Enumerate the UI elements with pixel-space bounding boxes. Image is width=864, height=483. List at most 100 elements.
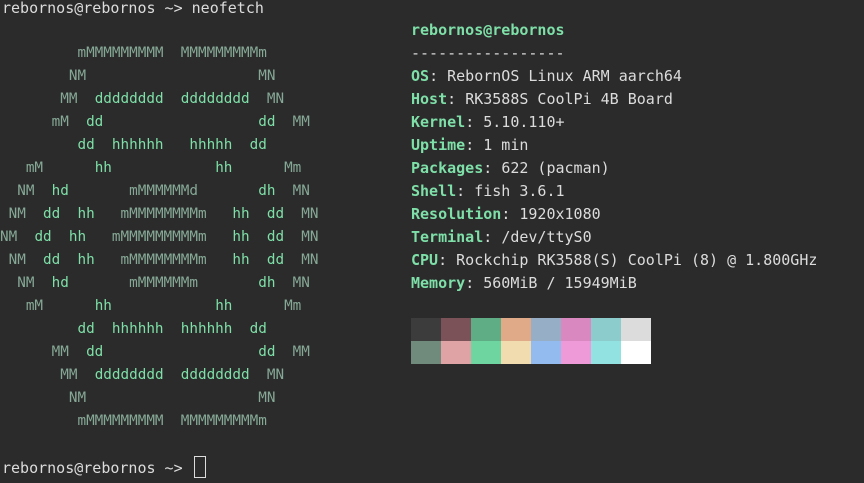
logo-line: NM hd mMMMMMMd dh MN bbox=[0, 180, 310, 203]
info-value: 1 min bbox=[483, 136, 529, 154]
logo-segment: dd hh bbox=[43, 252, 95, 268]
logo-segment: hh dd bbox=[206, 229, 285, 245]
color-swatch bbox=[531, 318, 561, 341]
logo-segment: Mm bbox=[232, 160, 302, 176]
info-value: RebornOS Linux ARM aarch64 bbox=[447, 67, 682, 85]
logo-segment: dd hh bbox=[43, 206, 95, 222]
logo-segment: MN bbox=[284, 252, 319, 268]
logo-segment: hh hh bbox=[94, 160, 233, 176]
cursor-block bbox=[193, 456, 206, 478]
logo-line: mM hh hh Mm bbox=[0, 157, 301, 180]
logo-line: mMMMMMMMMM MMMMMMMMMm bbox=[0, 410, 267, 433]
user-host-title: rebornos@rebornos bbox=[411, 21, 565, 39]
logo-line: mM hh hh Mm bbox=[0, 295, 301, 318]
logo-segment: MM bbox=[275, 344, 310, 360]
logo-line: NM MN bbox=[0, 65, 276, 88]
logo-segment: mMMMMMMd bbox=[68, 183, 198, 199]
info-row: Terminal: /dev/ttyS0 bbox=[411, 228, 592, 246]
logo-segment: mMMMMMMm bbox=[68, 275, 198, 291]
color-swatch bbox=[561, 341, 591, 364]
first-prompt-line: rebornos@rebornos ~> neofetch bbox=[2, 0, 264, 17]
logo-segment: NM bbox=[0, 206, 44, 222]
info-row: Shell: fish 3.6.1 bbox=[411, 182, 565, 200]
info-row: Packages: 622 (pacman) bbox=[411, 159, 610, 177]
logo-segment: hd bbox=[51, 275, 69, 291]
logo-line: NM dd hh mMMMMMMMMm hh dd MN bbox=[0, 249, 319, 272]
logo-segment: dd hhhhhh hhhhh dd bbox=[0, 137, 267, 153]
logo-line: MM dddddddd dddddddd MN bbox=[0, 364, 284, 387]
info-row: Memory: 560MiB / 15949MiB bbox=[411, 274, 637, 292]
logo-segment: MM bbox=[275, 114, 310, 130]
info-key: Packages bbox=[411, 159, 484, 177]
logo-line: dd hhhhhh hhhhhh dd bbox=[0, 318, 267, 341]
logo-segment: MM bbox=[0, 367, 95, 383]
color-swatch bbox=[441, 341, 471, 364]
color-swatch bbox=[621, 341, 651, 364]
color-swatch bbox=[591, 341, 621, 364]
info-value: /dev/ttyS0 bbox=[501, 228, 592, 246]
logo-segment: mMMMMMMMMm bbox=[94, 252, 207, 268]
color-swatch bbox=[411, 341, 441, 364]
logo-segment: mM bbox=[0, 114, 87, 130]
logo-segment: dd dd bbox=[86, 114, 276, 130]
color-swatch bbox=[531, 341, 561, 364]
logo-segment: MM bbox=[0, 344, 87, 360]
logo-line: MM dd dd MM bbox=[0, 341, 310, 364]
info-value: RK3588S CoolPi 4B Board bbox=[465, 90, 673, 108]
info-value: 622 (pacman) bbox=[501, 159, 610, 177]
info-key: Memory bbox=[411, 274, 466, 292]
info-row: Kernel: 5.10.110+ bbox=[411, 113, 565, 131]
logo-segment: dddddddd dddddddd bbox=[94, 367, 250, 383]
logo-segment: MN bbox=[284, 229, 319, 245]
color-swatch bbox=[561, 318, 591, 341]
info-key: Terminal bbox=[411, 228, 484, 246]
logo-segment: mM bbox=[0, 298, 95, 314]
last-prompt-line[interactable]: rebornos@rebornos ~> bbox=[2, 456, 206, 479]
logo-segment: hh hh bbox=[94, 298, 233, 314]
prompt-text: rebornos@rebornos ~> bbox=[2, 459, 192, 477]
logo-segment: NM bbox=[0, 229, 35, 245]
info-key: Resolution bbox=[411, 205, 502, 223]
logo-line: NM hd mMMMMMMm dh MN bbox=[0, 272, 310, 295]
color-swatch bbox=[501, 318, 531, 341]
logo-segment: mM bbox=[0, 160, 95, 176]
info-value: fish 3.6.1 bbox=[474, 182, 565, 200]
logo-segment: hd bbox=[51, 183, 69, 199]
logo-line: mM dd dd MM bbox=[0, 111, 310, 134]
logo-segment: MN bbox=[284, 206, 319, 222]
info-value: 1920x1080 bbox=[519, 205, 601, 223]
info-value: 5.10.110+ bbox=[483, 113, 565, 131]
title-separator: ----------------- bbox=[411, 44, 565, 62]
logo-segment: mMMMMMMMMM MMMMMMMMMm bbox=[0, 413, 267, 429]
color-swatch bbox=[471, 318, 501, 341]
logo-segment: mMMMMMMMMM MMMMMMMMMm bbox=[0, 45, 267, 61]
logo-line: MM dddddddd dddddddd MN bbox=[0, 88, 284, 111]
info-row: Host: RK3588S CoolPi 4B Board bbox=[411, 90, 673, 108]
logo-segment: NM bbox=[0, 275, 52, 291]
color-swatch bbox=[411, 318, 441, 341]
logo-segment: hh dd bbox=[206, 252, 285, 268]
info-value: 560MiB / 15949MiB bbox=[483, 274, 637, 292]
logo-segment: dd dd bbox=[86, 344, 276, 360]
logo-segment: dh bbox=[198, 275, 276, 291]
logo-segment: NM MN bbox=[0, 390, 276, 406]
logo-segment: MN bbox=[249, 367, 285, 383]
info-key: Uptime bbox=[411, 136, 466, 154]
info-row: Resolution: 1920x1080 bbox=[411, 205, 601, 223]
terminal-window[interactable]: rebornos@rebornos ~> neofetch mMMMMMMMMM… bbox=[0, 0, 864, 483]
logo-segment: NM bbox=[0, 252, 44, 268]
logo-segment: dddddddd dddddddd bbox=[94, 91, 250, 107]
logo-segment: dh bbox=[198, 183, 276, 199]
logo-line: mMMMMMMMMM MMMMMMMMMm bbox=[0, 42, 267, 65]
logo-line: NM dd hh mMMMMMMMMMm hh dd MN bbox=[0, 226, 319, 249]
logo-segment: Mm bbox=[232, 298, 302, 314]
color-swatch bbox=[441, 318, 471, 341]
info-key: Shell bbox=[411, 182, 457, 200]
logo-segment: MN bbox=[275, 183, 310, 199]
logo-segment: dd hhhhhh hhhhhh dd bbox=[0, 321, 267, 337]
logo-segment: NM MN bbox=[0, 68, 276, 84]
logo-segment: hh dd bbox=[206, 206, 285, 222]
info-row: CPU: Rockchip RK3588(S) CoolPi (8) @ 1.8… bbox=[411, 251, 818, 269]
logo-line: NM MN bbox=[0, 387, 276, 410]
info-value: Rockchip RK3588(S) CoolPi (8) @ 1.800GHz bbox=[456, 251, 818, 269]
